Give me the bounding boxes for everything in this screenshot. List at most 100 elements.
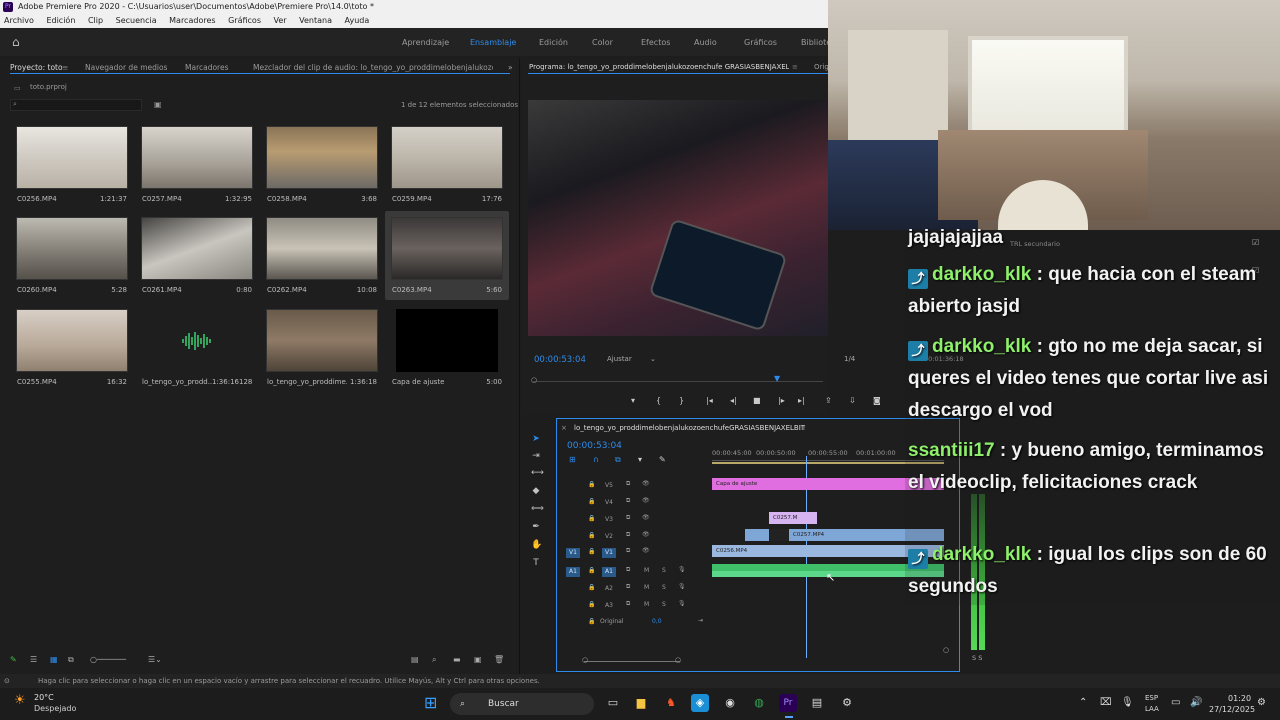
track-select-tool-icon[interactable]: ⇥ xyxy=(531,451,541,461)
lock-icon[interactable]: 🔒 xyxy=(588,548,595,555)
sequence-tab[interactable]: lo_tengo_yo_proddimelobenjalukozoenchufe… xyxy=(574,424,805,432)
fit-dropdown[interactable]: Ajustar xyxy=(607,355,632,363)
go-to-in-icon[interactable]: |◂ xyxy=(706,396,713,405)
clip-thumbnail-sequence[interactable] xyxy=(266,309,378,372)
go-to-out-icon[interactable]: ▸| xyxy=(798,396,805,405)
brave-browser-icon[interactable]: ♞ xyxy=(662,694,680,712)
network-icon[interactable]: ⌧ xyxy=(1100,697,1112,708)
camera-icon[interactable]: ◙ xyxy=(873,396,881,405)
lock-icon[interactable]: 🔒 xyxy=(588,498,595,505)
menu-secuencia[interactable]: Secuencia xyxy=(116,16,157,25)
playhead-icon[interactable]: ▼ xyxy=(774,374,780,383)
lock-icon[interactable]: 🔒 xyxy=(588,532,595,539)
clip-thumbnail-capa-ajuste[interactable] xyxy=(396,309,498,372)
workspace-audio[interactable]: Audio xyxy=(694,38,717,47)
workspace-biblioteca[interactable]: Bibliote xyxy=(801,38,831,47)
microphone-icon[interactable]: 🎙 xyxy=(1121,697,1134,708)
eye-icon[interactable]: 👁 xyxy=(642,497,650,504)
sync-lock-icon[interactable]: ⧉ xyxy=(626,514,630,522)
timeline-zoom-scrollbar[interactable]: ○ ○ xyxy=(582,656,681,664)
volume-icon[interactable]: 🔊 xyxy=(1190,697,1202,708)
marker-icon[interactable]: ▾ xyxy=(638,455,642,464)
track-label[interactable]: V2 xyxy=(602,532,616,542)
sync-lock-icon[interactable]: ⧉ xyxy=(626,480,630,488)
slip-tool-icon[interactable]: ⟺ xyxy=(531,504,544,514)
solo-button[interactable]: S xyxy=(662,567,666,574)
mute-button[interactable]: M xyxy=(644,567,649,574)
workspace-graficos[interactable]: Gráficos xyxy=(744,38,777,47)
lock-icon[interactable]: 🔒 xyxy=(588,515,595,522)
clip-thumbnail-c0260[interactable] xyxy=(16,217,128,280)
notifications-icon[interactable]: ⚙ xyxy=(1257,697,1266,708)
scroll-handle-icon[interactable]: ○ xyxy=(943,646,949,654)
weather-temp[interactable]: 20°C xyxy=(34,693,54,702)
panel-menu-icon[interactable]: ≡ xyxy=(792,63,798,71)
workspace-color[interactable]: Color xyxy=(592,38,613,47)
clip-thumbnail-c0259[interactable] xyxy=(391,126,503,189)
clock-time[interactable]: 01:20 xyxy=(1228,694,1251,703)
display-icon[interactable]: ▭ xyxy=(1171,697,1180,708)
tab-proyecto[interactable]: Proyecto: toto xyxy=(10,63,63,72)
tab-marcadores[interactable]: Marcadores xyxy=(185,63,229,72)
stop-icon[interactable]: ■ xyxy=(753,396,761,405)
panel-menu-icon[interactable]: ≡ xyxy=(800,424,806,432)
extract-icon[interactable]: ⇩ xyxy=(849,396,856,405)
type-tool-icon[interactable]: T xyxy=(531,558,541,568)
tab-navegador-medios[interactable]: Navegador de medios xyxy=(85,63,167,72)
file-explorer-icon[interactable]: ▆ xyxy=(632,694,650,712)
pencil-icon[interactable]: ✎ xyxy=(10,655,17,664)
mark-out-icon[interactable]: } xyxy=(679,396,684,405)
settings-icon[interactable]: ⚙ xyxy=(838,694,856,712)
eye-icon[interactable]: 👁 xyxy=(642,480,650,487)
mic-icon[interactable]: 🎙 xyxy=(678,566,686,573)
chevron-up-icon[interactable]: ⌃ xyxy=(1079,697,1087,708)
program-timecode[interactable]: 00:00:53:04 xyxy=(534,355,586,365)
track-label[interactable]: A3 xyxy=(602,601,616,611)
app-icon[interactable]: ◈ xyxy=(691,694,709,712)
eye-icon[interactable]: 👁 xyxy=(642,531,650,538)
timeline-timecode[interactable]: 00:00:53:04 xyxy=(567,441,622,451)
clip-v2-a[interactable] xyxy=(745,529,769,541)
clip-thumbnail-c0262[interactable] xyxy=(266,217,378,280)
sync-lock-icon[interactable]: ⧉ xyxy=(626,600,630,608)
clip-thumbnail-c0255[interactable] xyxy=(16,309,128,372)
program-scrubber[interactable]: ○ ▼ xyxy=(531,374,823,385)
sync-lock-icon[interactable]: ⧉ xyxy=(626,566,630,574)
wrench-icon[interactable]: ✎ xyxy=(659,455,666,464)
language-code[interactable]: ESP xyxy=(1145,694,1158,702)
nest-icon[interactable]: ⊞ xyxy=(569,455,576,464)
tab-mezclador-audio[interactable]: Mezclador del clip de audio: lo_tengo_yo… xyxy=(253,63,493,72)
workspace-ensamblaje[interactable]: Ensamblaje xyxy=(470,38,516,47)
weather-icon[interactable]: ☀ xyxy=(14,693,26,708)
obs-icon[interactable]: ◉ xyxy=(721,694,739,712)
find-icon[interactable]: ⌕ xyxy=(432,655,436,665)
app-window-icon[interactable]: ▤ xyxy=(808,694,826,712)
sync-lock-icon[interactable]: ⧉ xyxy=(626,531,630,539)
close-icon[interactable]: × xyxy=(561,424,567,432)
clip-thumbnail-c0257[interactable] xyxy=(141,126,253,189)
menu-ventana[interactable]: Ventana xyxy=(299,16,332,25)
menu-ver[interactable]: Ver xyxy=(274,16,287,25)
add-marker-icon[interactable]: ▾ xyxy=(631,396,635,405)
mic-icon[interactable]: 🎙 xyxy=(678,600,686,607)
track-label[interactable]: A1 xyxy=(602,567,616,577)
source-patch-v1[interactable]: V1 xyxy=(566,548,580,558)
step-forward-icon[interactable]: |▸ xyxy=(778,396,785,405)
premiere-taskbar-icon[interactable]: Pr xyxy=(779,694,797,712)
weather-desc[interactable]: Despejado xyxy=(34,704,76,713)
mark-in-icon[interactable]: { xyxy=(656,396,661,405)
meter-solo-labels[interactable]: S S xyxy=(972,654,982,662)
freeform-view-icon[interactable]: ⧉ xyxy=(68,655,74,665)
track-label[interactable]: V5 xyxy=(602,481,616,491)
step-back-icon[interactable]: ◂| xyxy=(730,396,737,405)
pen-tool-icon[interactable]: ✒ xyxy=(531,522,541,532)
workspace-efectos[interactable]: Efectos xyxy=(641,38,670,47)
mute-button[interactable]: M xyxy=(644,601,649,608)
taskbar-search[interactable]: ⌕ Buscar xyxy=(450,693,594,715)
eye-icon[interactable]: 👁 xyxy=(642,547,650,554)
new-item-icon[interactable]: ▣ xyxy=(474,655,482,664)
menu-archivo[interactable]: Archivo xyxy=(4,16,34,25)
track-label[interactable]: V4 xyxy=(602,498,616,508)
solo-button[interactable]: S xyxy=(662,584,666,591)
clock-date[interactable]: 27/12/2025 xyxy=(1209,705,1255,714)
